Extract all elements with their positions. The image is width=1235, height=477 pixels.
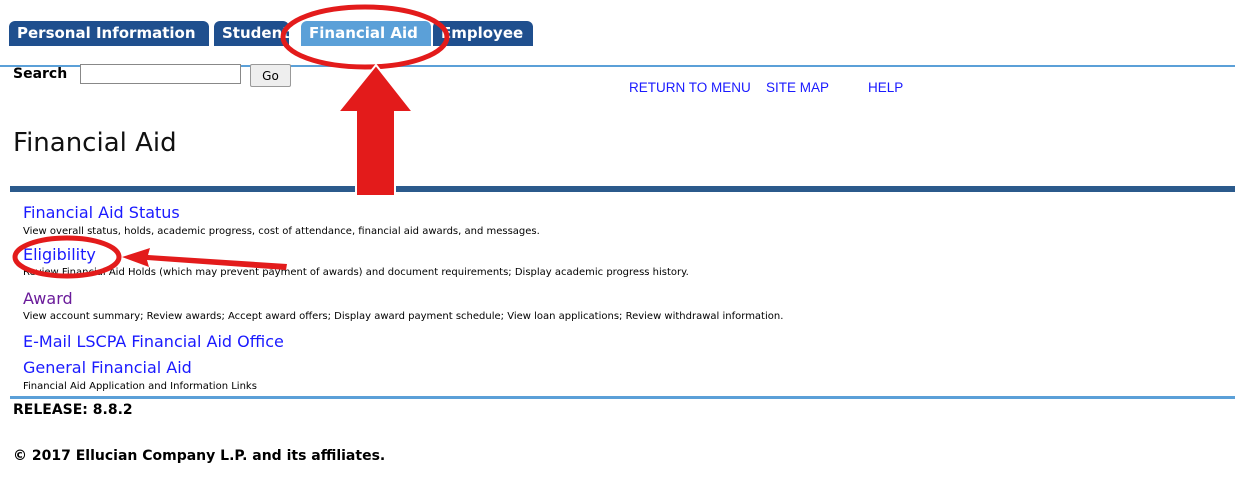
page-title: Financial Aid	[13, 128, 177, 158]
menu-link-award[interactable]: Award	[23, 289, 73, 308]
tab-personal-information[interactable]: Personal Information	[9, 21, 209, 46]
site-map-link[interactable]: SITE MAP	[766, 80, 829, 95]
menu-desc-general-financial-aid: Financial Aid Application and Informatio…	[23, 381, 257, 392]
menu-desc-eligibility: Review Financial Aid Holds (which may pr…	[23, 267, 689, 278]
menu-desc-financial-aid-status: View overall status, holds, academic pro…	[23, 226, 540, 237]
tab-financial-aid[interactable]: Financial Aid	[301, 21, 431, 46]
search-input[interactable]	[80, 64, 241, 84]
menu-desc-award: View account summary; Review awards; Acc…	[23, 311, 784, 322]
menu-link-eligibility[interactable]: Eligibility	[23, 245, 96, 264]
menu-link-general-financial-aid[interactable]: General Financial Aid	[23, 358, 192, 377]
up-arrow	[335, 63, 416, 197]
search-label: Search	[13, 66, 68, 82]
menu-link-email-office[interactable]: E-Mail LSCPA Financial Aid Office	[23, 332, 284, 351]
divider-top	[10, 186, 1235, 192]
menu-link-financial-aid-status[interactable]: Financial Aid Status	[23, 203, 180, 222]
tab-student[interactable]: Student	[214, 21, 289, 46]
return-to-menu-link[interactable]: RETURN TO MENU	[629, 80, 751, 95]
tab-employee[interactable]: Employee	[433, 21, 533, 46]
divider-bottom	[10, 396, 1235, 399]
tab-bar: Personal Information Student Financial A…	[0, 21, 1235, 67]
release-version: RELEASE: 8.8.2	[13, 402, 133, 418]
go-button[interactable]: Go	[250, 64, 291, 87]
help-link[interactable]: HELP	[868, 80, 903, 95]
copyright: © 2017 Ellucian Company L.P. and its aff…	[13, 448, 386, 464]
